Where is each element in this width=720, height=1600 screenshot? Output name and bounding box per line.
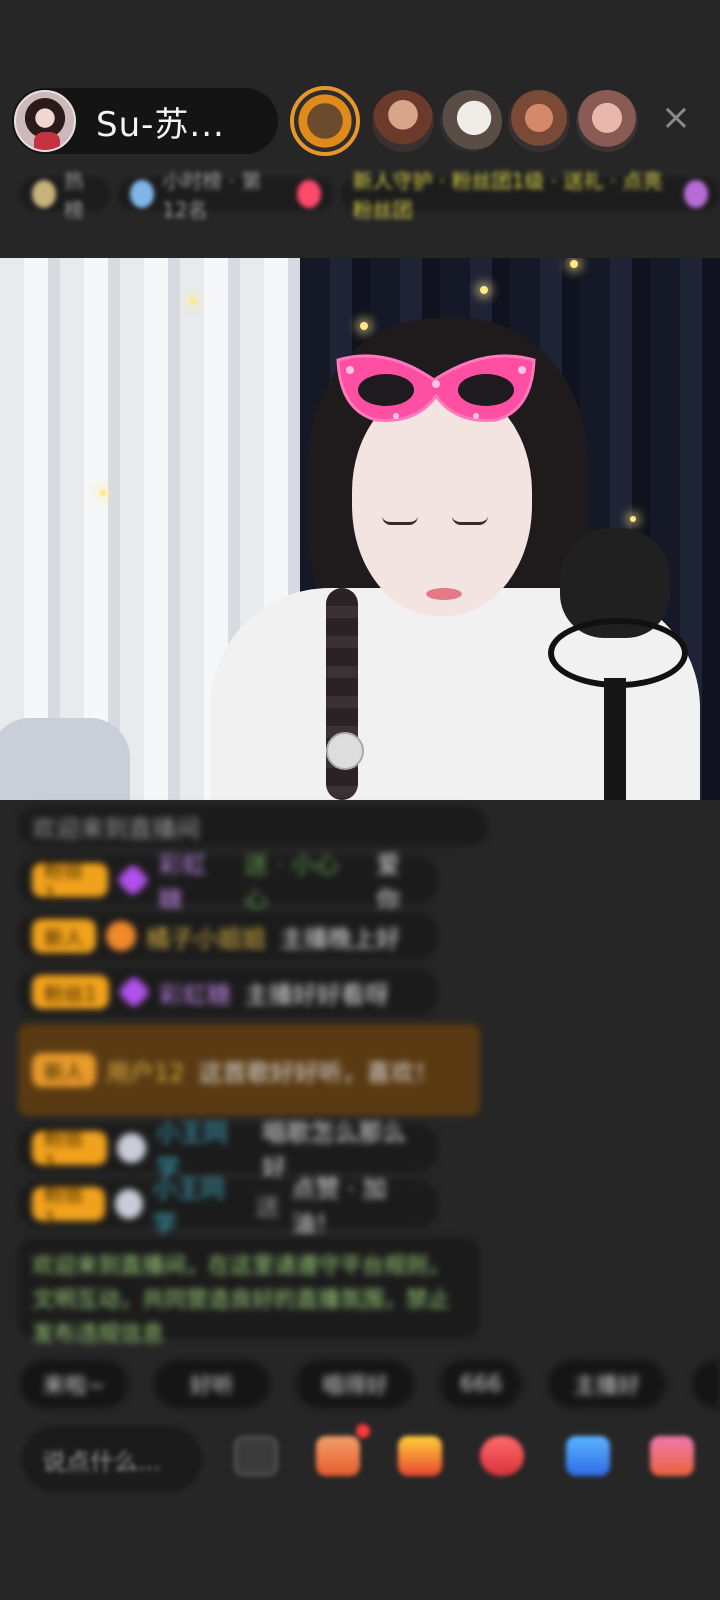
trophy-icon [32,180,56,208]
quick-reply-chip[interactable]: 唱得好 [296,1360,414,1408]
sparkle-effect [570,260,578,268]
chat-message-highlight[interactable]: 新人 用户12 这首歌好好听，喜欢！ [18,1024,480,1116]
gift-icon[interactable] [480,1436,524,1476]
quick-reply-row: 来啦~ 好听 唱得好 666 主播好 [20,1360,720,1410]
fan-badge: 粉丝1 [32,858,109,907]
live-info-row: 热榜 小时榜 · 第12名 新人守护 · 粉丝团1级 · 送礼 · 点亮粉丝团 [20,169,720,222]
gift-box-icon[interactable] [398,1436,442,1476]
live-header: Su-苏... × 热榜 小时榜 · 第12名 新人守护 · 粉丝团1级 · 送… [0,0,720,258]
chat-message[interactable]: 粉丝1 小王同学 送 点赞 · 加油！ [18,1175,438,1238]
chat-text: 爱你 [376,851,401,914]
quick-reply-chip[interactable]: 主播好 [548,1360,666,1408]
fan-club-chip[interactable]: 新人守护 · 粉丝团1级 · 送礼 · 点亮粉丝团 [340,169,720,222]
sparkle-effect [360,322,368,330]
chat-username[interactable]: 彩虹糖 [158,845,230,915]
new-badge: 新人 [32,1053,96,1087]
quick-reply-chip[interactable]: 来啦~ [20,1360,128,1408]
chat-message[interactable]: 粉丝1 彩虹糖 主播好好看呀 [18,968,438,1016]
streamer-eye [382,516,418,525]
hour-rank-icon [130,180,155,208]
streamer-eye [452,516,488,525]
hour-rank-chip[interactable]: 小时榜 · 第12名 [118,169,333,222]
chat-message[interactable]: 粉丝1 小王同学 唱歌怎么那么好 [18,1119,438,1182]
chat-text: 点赞 · 加油！ [291,1175,387,1238]
mic-stand [604,678,626,800]
comment-input[interactable]: 说点什么... [22,1426,202,1492]
fan-club-icon [683,180,708,208]
viewer-avatar[interactable] [576,90,638,152]
sparkle-effect [100,490,106,496]
chat-text: 主播好好看呀 [244,980,389,1009]
new-badge: 新人 [32,919,96,953]
chat-message[interactable]: 新人 橘子小姐姐 主播晚上好 [18,912,438,960]
viewer-avatar[interactable] [372,90,434,152]
host-name: Su-苏... [96,104,225,145]
chat-extra: 送 [255,1192,280,1221]
rank-chip[interactable]: 热榜 [20,169,111,222]
notification-dot [356,1424,370,1438]
chat-message[interactable]: 粉丝1 彩虹糖 送 · 小心心 爱你 [18,851,438,914]
close-icon[interactable]: × [660,100,692,136]
streamer-lips [426,588,462,600]
viewer-avatar[interactable] [440,90,502,152]
quick-reply-chip[interactable]: 好听 [154,1360,270,1408]
level-icon [106,921,136,951]
gem-icon [116,863,151,897]
gem-icon [116,975,151,1009]
emoji-icon[interactable] [234,1436,278,1476]
live-video[interactable] [0,258,720,800]
system-notice: 欢迎来到直播间，在这里请遵守平台规则，文明互动，共同营造良好的直播氛围，禁止发布… [18,1238,480,1347]
fan-badge: 粉丝1 [32,1182,105,1231]
chat-username[interactable]: 橘子小姐姐 [146,919,266,954]
top-viewer-avatar[interactable] [290,86,360,156]
chat-list[interactable]: 欢迎来到直播间 粉丝1 彩虹糖 送 · 小心心 爱你 新人 橘子小姐姐 主播晚上… [0,800,720,1360]
guest-shoulder [0,718,130,800]
fan-badge: 粉丝1 [32,1126,107,1175]
fan-badge: 粉丝1 [32,975,109,1009]
chat-username[interactable]: 用户12 [106,1053,185,1088]
more-icon[interactable] [650,1436,694,1476]
task-gift-icon[interactable] [316,1424,370,1476]
chat-extra: 送 · 小心心 [243,851,339,914]
level-icon [114,1189,143,1219]
chat-message[interactable]: 欢迎来到直播间 [18,806,488,846]
sparkle-effect [190,298,196,304]
bottom-bar: 说点什么... [0,1420,720,1500]
chat-text: 这首歌好好听，喜欢！ [198,1058,439,1087]
host-info-pill[interactable]: Su-苏... [12,88,278,154]
host-avatar[interactable] [14,90,76,152]
game-icon[interactable] [566,1436,610,1476]
chat-username[interactable]: 小王同学 [153,1169,242,1239]
viewer-avatar[interactable] [508,90,570,152]
pink-glasses-effect-icon [336,354,536,422]
quick-reply-chip[interactable]: 666 [440,1360,522,1408]
chat-text: 主播晚上好 [280,924,400,953]
sparkle-effect [480,286,488,294]
brooch [326,732,364,770]
chat-username[interactable]: 彩虹糖 [159,975,231,1010]
level-icon [116,1133,146,1163]
sparkle-effect [630,516,636,522]
heart-icon [296,180,321,208]
quick-reply-chip[interactable] [692,1360,720,1408]
